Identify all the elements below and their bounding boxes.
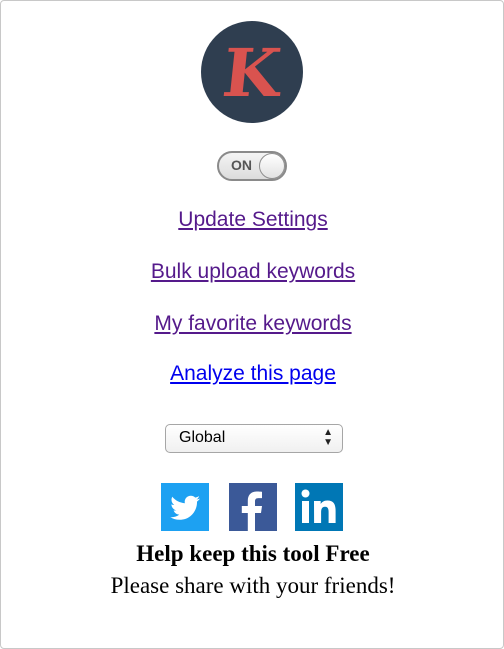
analyze-page-link[interactable]: Analyze this page [1, 362, 504, 386]
region-select[interactable]: Global ▲ ▼ [165, 424, 343, 453]
linkedin-share-button[interactable] [295, 483, 343, 531]
facebook-f-icon [229, 483, 277, 531]
toggle-knob [259, 153, 285, 179]
twitter-share-button[interactable] [161, 483, 209, 531]
bulk-upload-keywords-link[interactable]: Bulk upload keywords [1, 260, 504, 284]
app-logo: K [201, 21, 303, 123]
share-heading: Help keep this tool Free [136, 541, 370, 566]
logo-letter: K [219, 34, 285, 112]
share-subtext: Please share with your friends! [110, 573, 396, 598]
twitter-bird-icon [161, 483, 209, 531]
popup-panel: K ON Update Settings Bulk upload keyword… [0, 0, 504, 649]
select-arrows-icon: ▲ ▼ [323, 427, 333, 448]
my-favorite-keywords-link[interactable]: My favorite keywords [1, 312, 504, 336]
linkedin-in-icon [295, 483, 343, 531]
on-off-toggle[interactable]: ON [217, 151, 287, 181]
update-settings-link[interactable]: Update Settings [1, 208, 504, 232]
facebook-share-button[interactable] [229, 483, 277, 531]
toggle-label: ON [231, 157, 252, 173]
region-select-value: Global [179, 429, 226, 446]
